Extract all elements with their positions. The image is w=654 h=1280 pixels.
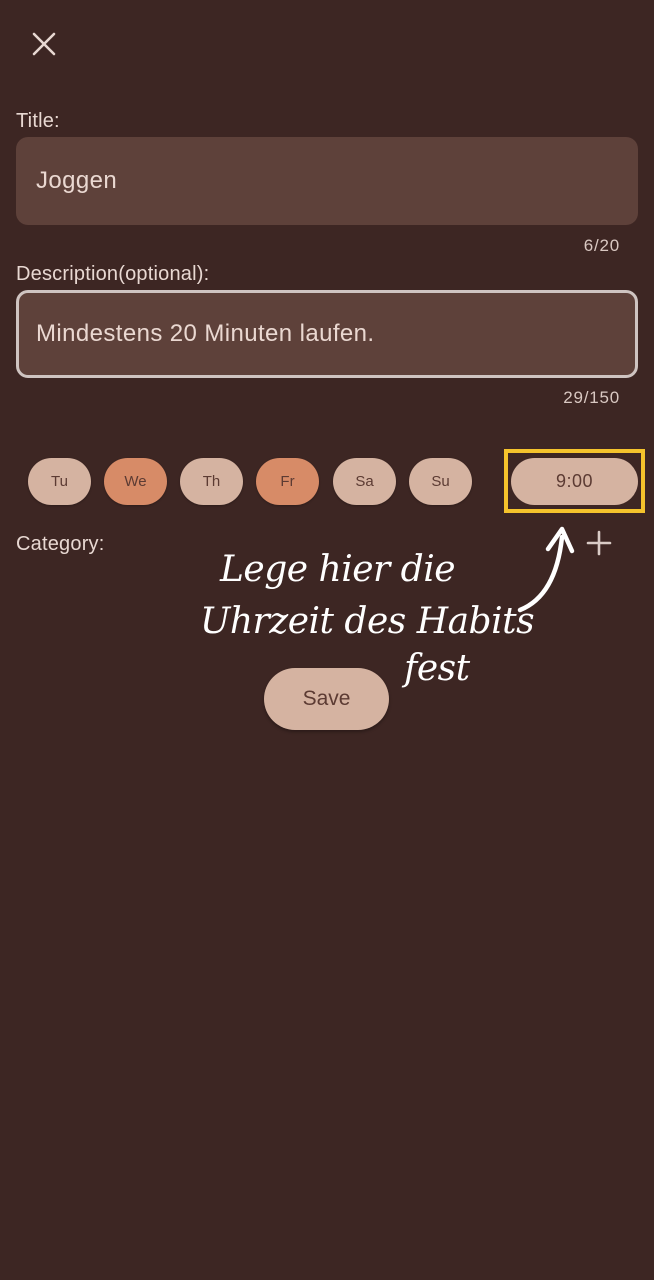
annotation-line-2: Uhrzeit des Habits xyxy=(200,601,535,642)
time-picker-button[interactable]: 9:00 xyxy=(511,458,638,505)
category-label: Category: xyxy=(16,533,105,555)
description-label: Description(optional): xyxy=(16,263,210,285)
day-chip-th[interactable]: Th xyxy=(180,458,243,505)
day-chip-tu[interactable]: Tu xyxy=(28,458,91,505)
title-input[interactable] xyxy=(16,137,638,225)
close-icon xyxy=(32,32,56,56)
day-chip-su[interactable]: Su xyxy=(409,458,472,505)
description-input[interactable] xyxy=(19,293,635,375)
description-field[interactable] xyxy=(16,290,638,378)
annotation-line-1: Lege hier die xyxy=(220,549,456,590)
close-button[interactable] xyxy=(22,22,66,66)
plus-icon xyxy=(586,530,612,556)
annotation-arrow-icon xyxy=(517,526,575,613)
title-field[interactable] xyxy=(16,137,638,225)
save-button[interactable]: Save xyxy=(264,668,389,730)
day-chip-sa[interactable]: Sa xyxy=(333,458,396,505)
day-chip-fr[interactable]: Fr xyxy=(256,458,319,505)
day-chip-we[interactable]: We xyxy=(104,458,167,505)
annotation-line-3: fest xyxy=(404,648,470,689)
description-counter: 29/150 xyxy=(563,388,620,407)
title-counter: 6/20 xyxy=(583,236,620,255)
add-category-button[interactable] xyxy=(582,526,616,560)
title-label: Title: xyxy=(16,110,60,132)
